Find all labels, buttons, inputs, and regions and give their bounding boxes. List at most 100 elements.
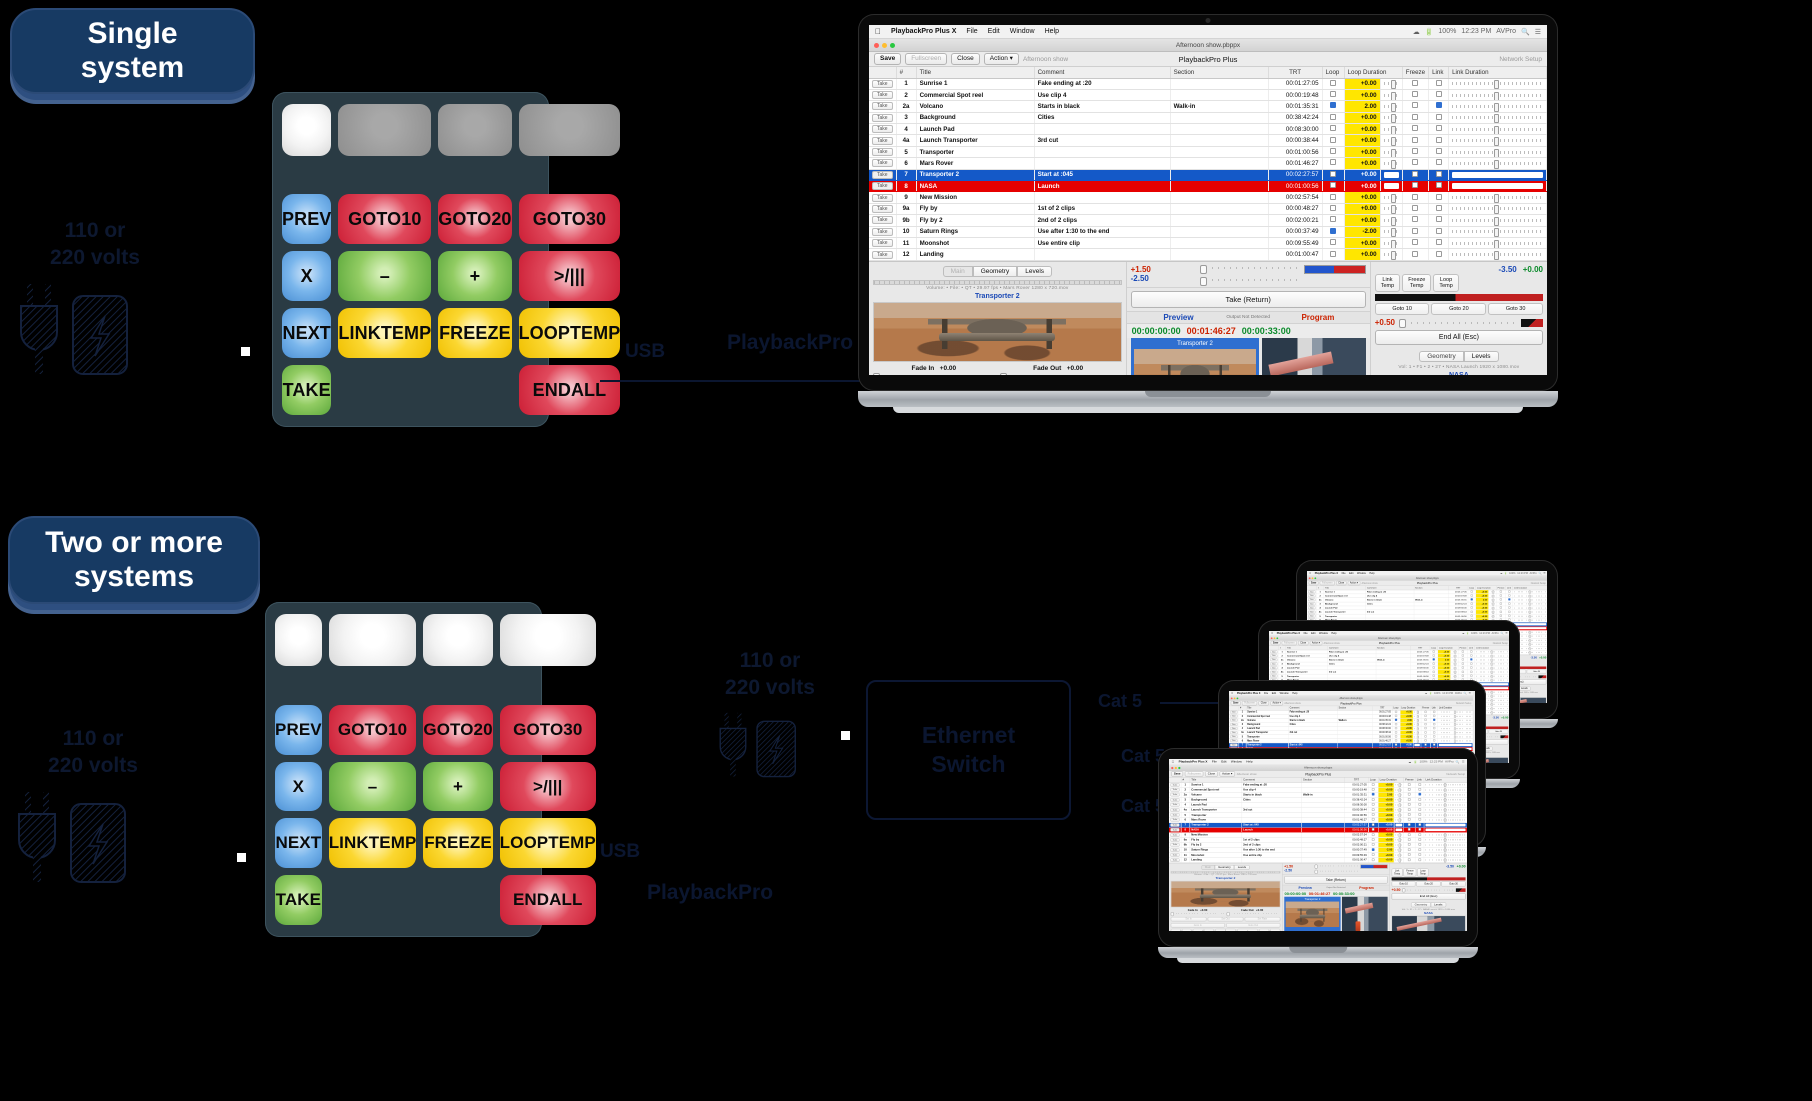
transport-pause-button[interactable]: || [1215, 928, 1236, 931]
cell-loop[interactable] [1322, 203, 1345, 216]
link-slider[interactable] [1452, 159, 1543, 169]
cell-take[interactable]: Take [1169, 797, 1182, 803]
cell-take[interactable]: Take [1169, 837, 1182, 843]
link-slider[interactable] [1513, 614, 1547, 618]
audio-sliders[interactable] [1314, 864, 1359, 874]
freeze-checkbox[interactable] [1412, 136, 1419, 143]
row-take-button[interactable]: Take [872, 216, 893, 225]
row-take-button[interactable]: Take [1308, 606, 1316, 610]
cell-loop[interactable] [1322, 191, 1345, 204]
cell-section[interactable] [1170, 112, 1269, 125]
row-take-button[interactable]: Take [1170, 788, 1180, 792]
search-icon[interactable]: 🔍 [1538, 572, 1541, 574]
program-stage-image[interactable] [1342, 896, 1388, 931]
menubar-clock[interactable]: 12:23 PM [1461, 28, 1491, 36]
freeze-checkbox[interactable] [1424, 739, 1427, 742]
preview-thumbnail[interactable] [1170, 880, 1281, 908]
loop-checkbox[interactable] [1371, 808, 1375, 811]
table-row[interactable]: Take 1 Sunrise 1 Fake ending at :20 00:01:27… [869, 78, 1547, 90]
loop-slider[interactable] [1414, 735, 1420, 739]
cloud-icon[interactable]: ☁ [1500, 572, 1502, 574]
cell-take[interactable]: Take [869, 191, 897, 204]
key-goto-10[interactable]: GOTO 10 [328, 704, 417, 755]
link-slider[interactable] [1475, 666, 1509, 670]
th-trt[interactable]: TRT [1268, 67, 1323, 79]
cell-loop-duration[interactable]: +0.00 [1344, 134, 1381, 147]
freeze-checkbox[interactable] [1408, 783, 1411, 786]
row-take-button[interactable]: Take [1308, 594, 1316, 598]
row-take-button[interactable]: Take [1308, 598, 1316, 602]
freeze-checkbox[interactable] [1461, 662, 1465, 665]
row-take-button[interactable]: Take [1270, 658, 1278, 662]
link-checkbox[interactable] [1418, 843, 1421, 846]
row-take-button[interactable]: Take [1270, 650, 1278, 654]
key-blank[interactable] [275, 614, 322, 666]
link-checkbox[interactable] [1418, 808, 1421, 811]
link-checkbox[interactable] [1470, 650, 1473, 653]
apple-menu-icon[interactable]:  [1172, 760, 1175, 764]
link-checkbox[interactable] [1418, 848, 1421, 851]
cell-title[interactable]: Moonshot [916, 237, 1035, 250]
cell-take[interactable]: Take [869, 237, 897, 250]
cell-loop[interactable] [1322, 78, 1345, 90]
link-slider[interactable] [1452, 125, 1543, 134]
take-return-button[interactable]: Take (Return) [1284, 875, 1388, 884]
link-checkbox[interactable] [1435, 148, 1442, 155]
cell-title[interactable]: Landing [916, 248, 1035, 261]
cell-link-slider[interactable] [1448, 157, 1547, 170]
key-blank[interactable] [282, 104, 332, 156]
cell-link[interactable] [1428, 203, 1450, 216]
goto-slider[interactable] [1398, 319, 1517, 329]
loop-slider[interactable] [1395, 858, 1403, 863]
menubar-user[interactable]: AVPro [1496, 28, 1516, 36]
cell-freeze[interactable] [1402, 237, 1430, 250]
cell-take[interactable]: Take [1169, 842, 1182, 848]
link-slider[interactable] [1425, 798, 1466, 802]
loop-checkbox[interactable] [1394, 718, 1398, 722]
loop-slider[interactable] [1414, 723, 1420, 727]
cell-comment[interactable] [1034, 248, 1171, 261]
freeze-checkbox[interactable] [1408, 833, 1411, 836]
cell-link[interactable] [1428, 248, 1450, 261]
control-keypad-single[interactable]: PREV GOTO 10 GOTO 20 GOTO 30 X – + >/||| NEXT LINK TE… [272, 92, 621, 427]
row-take-button[interactable]: Take [872, 79, 893, 88]
cell-loop-slider[interactable] [1380, 191, 1403, 204]
cell-take[interactable]: Take [1169, 852, 1182, 858]
key-blank[interactable] [499, 614, 596, 666]
cell-comment[interactable] [1034, 146, 1171, 159]
menubar-clock[interactable]: 12:23 PM [1430, 760, 1443, 764]
menu-edit[interactable]: Edit [1221, 760, 1226, 763]
th-link-duration[interactable]: Link Duration [1448, 67, 1547, 79]
cell-loop-duration[interactable]: +0.00 [1344, 112, 1381, 125]
key-blank[interactable] [338, 104, 432, 156]
menu-help[interactable]: Help [1331, 632, 1336, 634]
transport-controls[interactable]: |<| >|| || > |>| [1170, 928, 1281, 931]
cell-title[interactable]: Mars Rover [916, 157, 1035, 170]
cell-title[interactable]: Commercial Spot reel [916, 89, 1035, 102]
th-comment[interactable]: Comment [1034, 67, 1171, 79]
audio-slider-bottom[interactable] [1199, 276, 1299, 286]
loop-slider[interactable] [1395, 783, 1403, 787]
app-toolbar[interactable]: Save Fullscreen Close Action ▾ Afternoon… [1229, 700, 1474, 707]
loop-checkbox[interactable] [1330, 204, 1337, 211]
cell-title[interactable]: Sunrise 1 [916, 78, 1035, 90]
loop-checkbox[interactable] [1432, 666, 1435, 669]
loop-slider[interactable] [1395, 853, 1403, 858]
freeze-checkbox[interactable] [1412, 182, 1419, 189]
goto-20-button[interactable]: Goto 20 [1431, 303, 1487, 316]
cell-freeze[interactable] [1402, 203, 1430, 216]
cell-link-slider[interactable] [1448, 134, 1547, 147]
loop-checkbox[interactable] [1432, 662, 1435, 665]
freeze-checkbox[interactable] [1412, 102, 1419, 109]
cell-comment[interactable] [1034, 191, 1171, 204]
loop-slider[interactable] [1451, 662, 1458, 666]
cell-section[interactable] [1170, 214, 1269, 227]
menubar-user[interactable]: AVPro [1492, 632, 1499, 635]
table-row[interactable]: Take9bFly by 22nd of 2 clips 00:02:00:21 +… [869, 214, 1547, 227]
preview-stage[interactable]: Transporter 2 [1130, 337, 1260, 375]
cell-section[interactable] [1170, 203, 1269, 216]
link-slider[interactable] [1475, 658, 1509, 662]
cell-link[interactable] [1428, 169, 1450, 182]
temp-left-value[interactable]: -3.50 [1530, 656, 1536, 659]
tab-main[interactable]: Main [1201, 864, 1215, 870]
